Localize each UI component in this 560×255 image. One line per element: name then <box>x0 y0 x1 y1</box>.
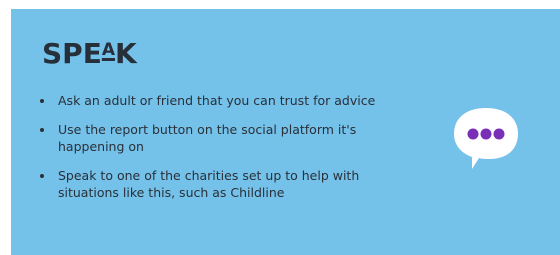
page: SPEAK Ask an adult or friend that you ca… <box>0 0 560 255</box>
list-item-text: Use the report button on the social plat… <box>58 122 357 154</box>
speech-bubble-icon <box>446 102 526 174</box>
list-item: Ask an adult or friend that you can trus… <box>34 92 414 109</box>
bullet-icon <box>40 128 44 132</box>
bullet-icon <box>40 99 44 103</box>
list-item-text: Speak to one of the charities set up to … <box>58 168 360 200</box>
advice-list: Ask an adult or friend that you can trus… <box>34 92 414 213</box>
heading-prefix: SPE <box>42 37 102 70</box>
list-item: Speak to one of the charities set up to … <box>34 167 388 201</box>
heading-suffix: K <box>115 37 137 70</box>
bullet-icon <box>40 174 44 178</box>
list-item: Use the report button on the social plat… <box>34 121 388 155</box>
heading-accent: A <box>101 40 115 60</box>
list-item-text: Ask an adult or friend that you can trus… <box>58 93 376 108</box>
speak-heading: SPEAK <box>42 40 137 68</box>
